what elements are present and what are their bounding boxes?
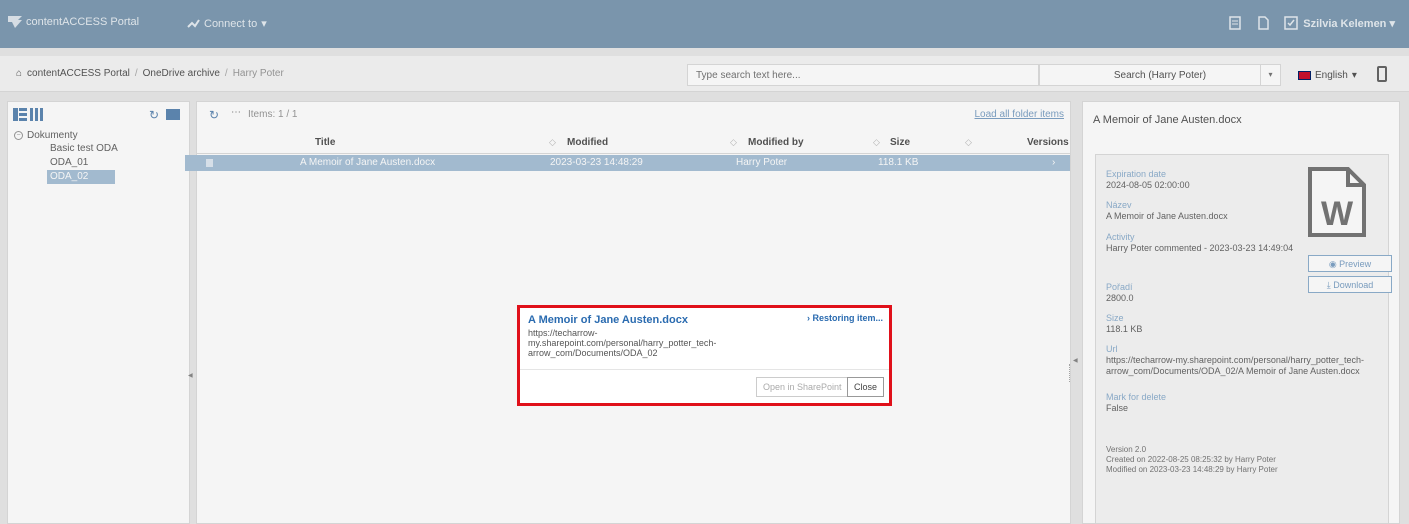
restore-dialog: A Memoir of Jane Austen.docx › Restoring… — [517, 305, 892, 406]
open-in-sharepoint-button[interactable]: Open in SharePoint — [756, 377, 849, 397]
close-button[interactable]: Close — [847, 377, 885, 397]
dialog-divider — [520, 369, 889, 370]
modal-overlay — [0, 0, 1409, 524]
dialog-title: A Memoir of Jane Austen.docx — [528, 314, 688, 326]
dialog-url: https://techarrow-my.sharepoint.com/pers… — [528, 328, 717, 358]
restoring-status-text: Restoring item... — [812, 313, 883, 323]
restoring-status: › Restoring item... — [807, 313, 883, 323]
